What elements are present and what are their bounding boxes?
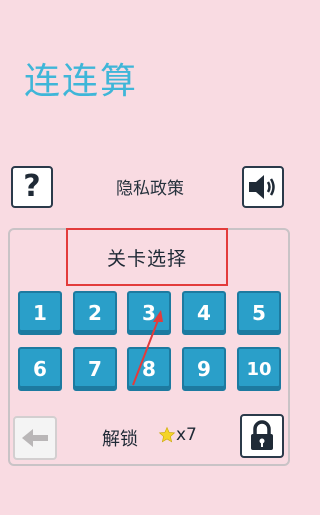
star-icon [158,426,176,443]
unlock-label: 解锁 [102,429,138,450]
level-select-title: 关卡选择 [106,247,187,270]
app-title: 连连算 [24,61,139,102]
level-tile-5[interactable]: 5 [237,291,281,335]
level-tile-1[interactable]: 1 [18,291,62,335]
lock-button[interactable] [240,414,284,458]
level-select-title-box: 关卡选择 [66,228,228,286]
help-button[interactable]: ? [11,166,53,208]
back-arrow-icon [22,429,48,447]
level-tile-8[interactable]: 8 [127,347,171,391]
help-icon: ? [23,169,41,204]
back-button[interactable] [13,416,57,460]
level-tile-3[interactable]: 3 [127,291,171,335]
level-tile-10[interactable]: 10 [237,347,281,391]
star-count-value: x7 [176,425,197,445]
sound-button[interactable] [242,166,284,208]
level-tile-2[interactable]: 2 [73,291,117,335]
level-tile-9[interactable]: 9 [182,347,226,391]
lock-icon [251,420,273,450]
level-tile-6[interactable]: 6 [18,347,62,391]
level-tile-7[interactable]: 7 [73,347,117,391]
privacy-policy-link[interactable]: 隐私政策 [100,174,200,199]
star-count: x7 [158,425,197,445]
speaker-icon [249,175,275,199]
level-tile-4[interactable]: 4 [182,291,226,335]
